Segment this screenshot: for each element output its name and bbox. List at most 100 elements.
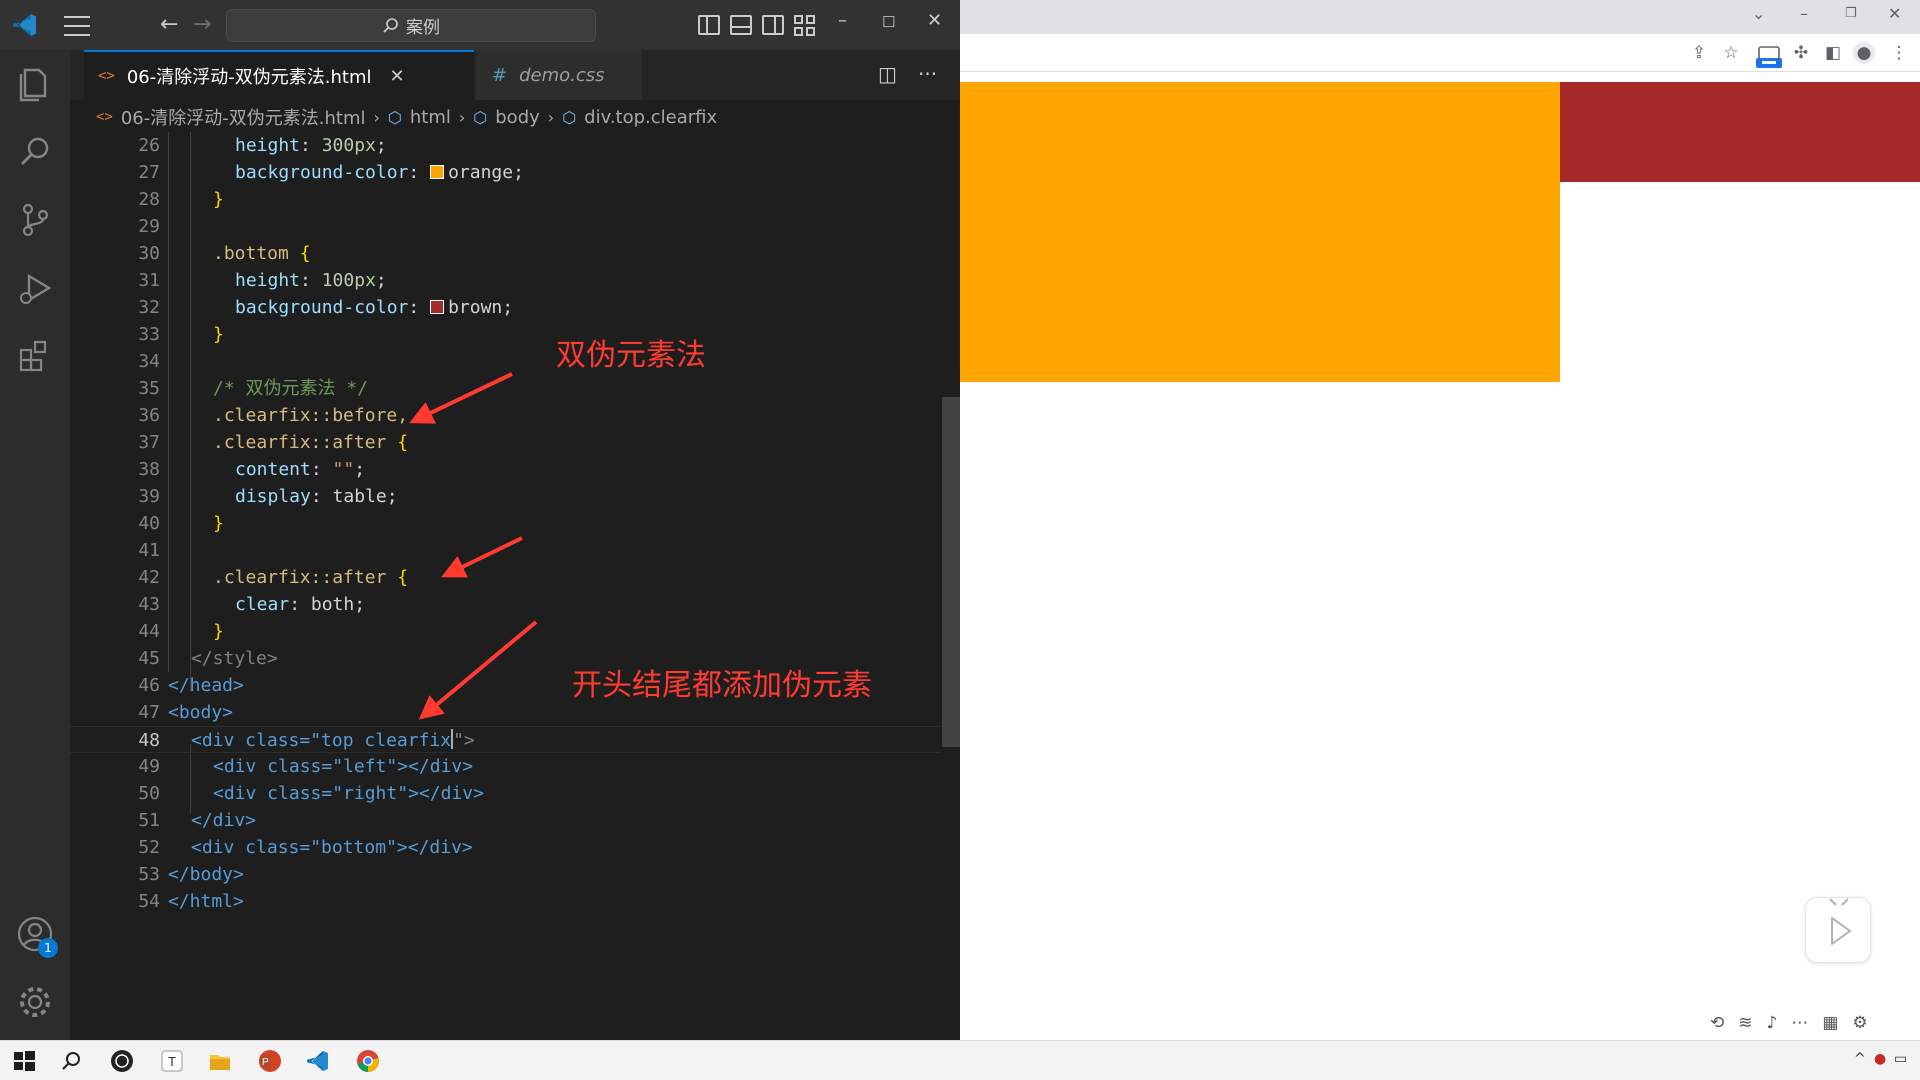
code-line: 34	[138, 351, 160, 372]
code-line: 44}	[138, 621, 224, 642]
menu-icon[interactable]	[64, 16, 90, 36]
scrollbar-thumb[interactable]	[942, 397, 960, 747]
manage-gear-icon[interactable]	[15, 982, 55, 1022]
code-line: 42 .clearfix::after {	[138, 567, 409, 588]
restore-icon[interactable]: ❐	[1845, 6, 1857, 21]
code-line: 43 clear: both;	[138, 594, 366, 615]
code-line: 26 height: 300px;	[138, 135, 387, 156]
windows-start-icon[interactable]	[12, 1049, 36, 1073]
back-arrow-icon[interactable]: ←	[160, 12, 178, 37]
share-icon[interactable]: ⇪	[1688, 42, 1710, 64]
code-line: 30 .bottom {	[138, 243, 311, 264]
code-line: 35/* 双伪元素法 */	[138, 378, 369, 399]
more-menu-icon[interactable]: ⋮	[1888, 42, 1910, 64]
code-line: 31 height: 100px;	[138, 270, 387, 291]
extensions-puzzle-icon[interactable]: ✣	[1790, 42, 1812, 64]
html-file-icon: <>	[98, 68, 115, 84]
run-debug-icon[interactable]	[15, 268, 55, 308]
code-line: 27 background-color: orange;	[138, 162, 524, 183]
orange-swatch[interactable]	[430, 165, 445, 179]
file-explorer-icon[interactable]	[208, 1049, 232, 1073]
customize-layout-icon[interactable]	[794, 15, 816, 36]
code-line: 37 .clearfix::after {	[138, 432, 409, 453]
command-center-search[interactable]: 案例	[226, 9, 596, 42]
code-line: 53 </body>	[138, 864, 244, 885]
tab-search-chevron-icon[interactable]: ⌄	[1752, 4, 1765, 23]
close-window-icon[interactable]: ✕	[1888, 4, 1901, 23]
code-line: 38 content: "";	[138, 459, 366, 480]
symbol-cube-icon: ⬡	[387, 107, 402, 127]
tray-app-icon[interactable]: ●	[1874, 1051, 1886, 1067]
minimize-icon[interactable]: –	[838, 10, 847, 31]
powerpoint-app-icon[interactable]: P	[258, 1049, 282, 1073]
play-icon	[1829, 898, 1851, 945]
settings-gear-icon[interactable]: ⚙	[1852, 1013, 1867, 1033]
vscode-taskbar-icon[interactable]	[306, 1049, 330, 1073]
code-line: 50 <div class="right"></div>	[138, 783, 484, 804]
breadcrumb-file[interactable]: 06-清除浮动-双伪元素法.html	[121, 104, 366, 130]
toggle-panel-icon[interactable]	[730, 15, 752, 35]
side-panel-icon[interactable]: ◧	[1822, 42, 1844, 64]
profile-avatar-icon[interactable]: ●	[1853, 42, 1875, 64]
browser-titlebar: ⌄ – ❐ ✕	[960, 0, 1920, 34]
bookmark-star-icon[interactable]: ☆	[1720, 42, 1742, 64]
forward-arrow-icon[interactable]: →	[193, 12, 211, 37]
extensions-icon[interactable]	[15, 336, 55, 376]
tray-chevron-up-icon[interactable]: ^	[1854, 1051, 1866, 1067]
title-bar: ← → 案例 – ☐ ✕	[0, 0, 960, 50]
div-right-brown	[1560, 82, 1920, 182]
more-dots-icon[interactable]: ⋯	[1791, 1013, 1808, 1033]
explorer-icon[interactable]	[15, 62, 55, 102]
brown-swatch[interactable]	[430, 300, 445, 314]
chevron-right-icon: ›	[547, 107, 555, 127]
code-editor[interactable]: 26 height: 300px; 27 background-color: ora…	[70, 132, 940, 932]
page-viewport	[960, 72, 1920, 1040]
code-line: 32 background-color: brown;	[138, 297, 514, 318]
symbol-cube-icon: ⬡	[473, 107, 488, 127]
volume-icon[interactable]: ♪	[1767, 1013, 1778, 1033]
code-line: 52 <div class="bottom"></div>	[138, 837, 473, 858]
code-line: 51 </div>	[138, 810, 257, 831]
replay-icon[interactable]: ⟲	[1710, 1013, 1724, 1033]
new-feature-icon[interactable]	[1756, 46, 1782, 68]
toggle-primary-sidebar-icon[interactable]	[698, 15, 720, 35]
tab-label: 06-清除浮动-双伪元素法.html	[126, 67, 372, 88]
network-icon[interactable]: ▭	[1894, 1051, 1907, 1067]
breadcrumb-item[interactable]: div.top.clearfix	[584, 107, 717, 128]
code-line: 39 display: table;	[138, 486, 398, 507]
annotation-add-pseudo: 开头结尾都添加伪元素	[572, 668, 872, 703]
code-line: 33}	[138, 324, 224, 345]
maximize-icon[interactable]: ☐	[882, 13, 895, 31]
tab-css-file[interactable]: # demo.css	[476, 50, 642, 100]
grid-icon[interactable]: ▦	[1822, 1013, 1838, 1033]
chrome-app-icon[interactable]	[356, 1049, 380, 1073]
code-line: 28}	[138, 189, 224, 210]
vscode-window: ← → 案例 – ☐ ✕ 1 <> 06-清除浮动-双伪元素法.html ✕ #…	[0, 0, 960, 1040]
code-line: 41	[138, 540, 160, 561]
obs-app-icon[interactable]	[110, 1049, 134, 1073]
search-activity-icon[interactable]	[15, 132, 55, 172]
close-tab-icon[interactable]: ✕	[389, 66, 404, 87]
editor-scrollbar[interactable]	[940, 132, 960, 1040]
more-actions-icon[interactable]: ···	[918, 62, 937, 86]
video-play-button[interactable]	[1805, 897, 1871, 963]
code-line: 29	[138, 216, 160, 237]
breadcrumb: <> 06-清除浮动-双伪元素法.html › ⬡ html › ⬡ body …	[96, 104, 717, 130]
split-editor-icon[interactable]: ◫	[878, 62, 897, 86]
breadcrumb-item[interactable]: body	[495, 107, 540, 128]
source-control-icon[interactable]	[15, 200, 55, 240]
breadcrumb-item[interactable]: html	[410, 107, 451, 128]
code-line: 36 .clearfix::before,	[138, 405, 409, 426]
close-window-icon[interactable]: ✕	[927, 10, 942, 31]
toggle-secondary-sidebar-icon[interactable]	[762, 15, 784, 35]
search-icon[interactable]	[60, 1049, 84, 1073]
minimize-icon[interactable]: –	[1800, 4, 1808, 23]
windows-taskbar: T P ^ ● ▭	[0, 1040, 1920, 1080]
div-left-orange	[960, 82, 1560, 382]
tab-label: demo.css	[519, 64, 605, 86]
symbol-cube-icon: ⬡	[562, 107, 577, 127]
typora-app-icon[interactable]: T	[160, 1049, 184, 1073]
tab-html-file[interactable]: <> 06-清除浮动-双伪元素法.html ✕	[84, 50, 474, 100]
danmaku-icon[interactable]: ≋	[1738, 1013, 1752, 1033]
annotation-double-pseudo: 双伪元素法	[556, 338, 706, 373]
